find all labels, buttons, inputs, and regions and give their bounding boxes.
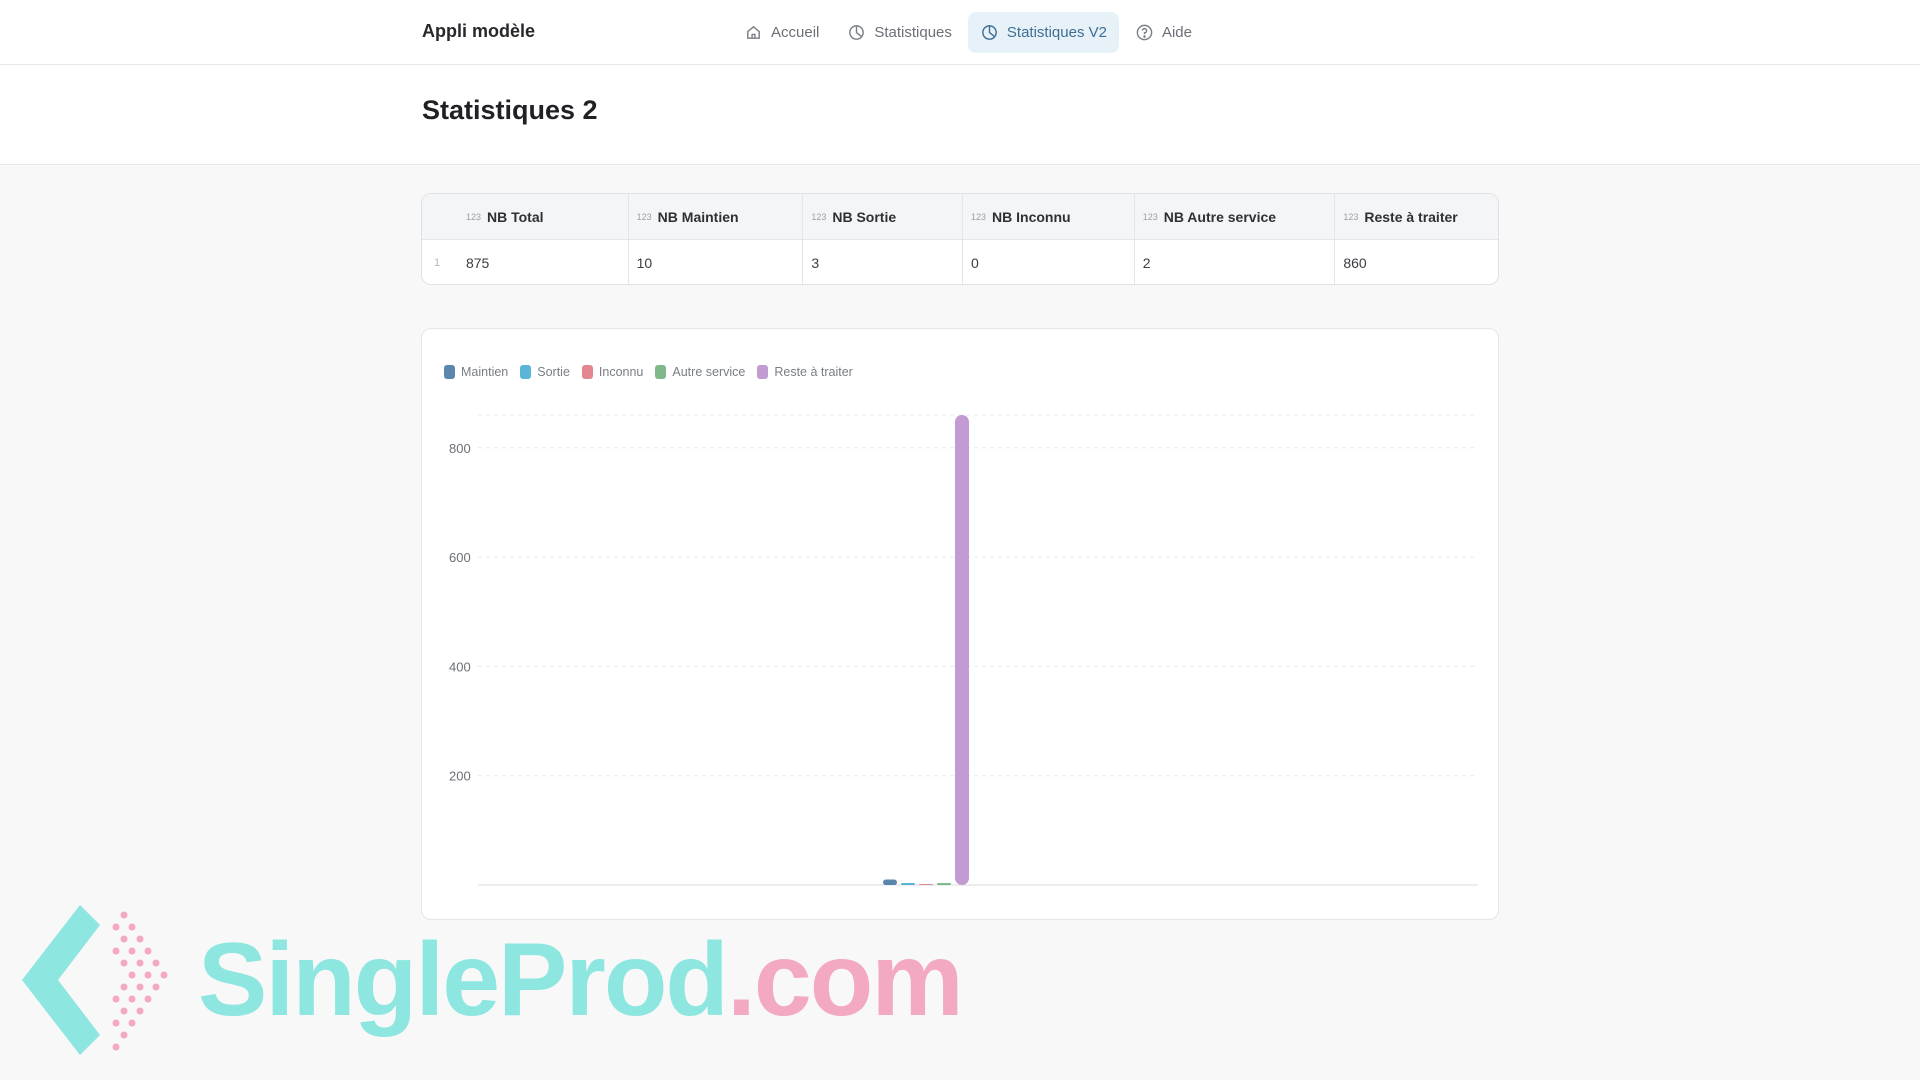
column-header[interactable]: 123 NB Total	[458, 194, 629, 239]
nav-item-statistiques-v2[interactable]: Statistiques V2	[967, 12, 1119, 53]
home-icon	[747, 25, 760, 39]
table-cell[interactable]: 3	[803, 240, 964, 284]
table-cell[interactable]: 0	[963, 240, 1135, 284]
y-tick-label: 600	[449, 550, 471, 565]
number-type-icon: 123	[465, 211, 481, 222]
bar-reste-traiter[interactable]	[955, 415, 969, 885]
page-header: Statistiques 2	[0, 65, 1920, 165]
watermark-brand: SingleProd	[198, 922, 729, 1038]
watermark-text: SingleProd.com	[198, 905, 964, 1055]
bar-sortie[interactable]	[901, 883, 915, 885]
column-header-label: NB Inconnu	[992, 208, 1071, 225]
nav-item-label: Aide	[1161, 24, 1192, 41]
table-cell[interactable]: 2	[1135, 240, 1336, 284]
y-tick-label: 400	[449, 659, 471, 674]
table-cell[interactable]: 10	[629, 240, 804, 284]
column-header[interactable]: 123 NB Autre service	[1135, 194, 1336, 239]
main-nav: Accueil Statistiques Statistiques V2 Aid…	[732, 12, 1204, 53]
column-header-label: Reste à traiter	[1364, 208, 1458, 225]
nav-item-label: Statistiques V2	[1006, 24, 1107, 41]
number-type-icon: 123	[1343, 211, 1359, 222]
singleprod-logo-icon	[22, 905, 168, 1055]
page-title: Statistiques 2	[422, 95, 598, 125]
bar-chart-card: Maintien Sortie Inconnu Autre service Re…	[421, 328, 1499, 920]
column-header-label: NB Maintien	[657, 208, 739, 225]
table-header-row: 123 NB Total 123 NB Maintien 123 NB Sortie …	[422, 194, 1498, 240]
bar-chart-plot: 800 600 400 200	[449, 414, 1478, 886]
number-type-icon: 123	[811, 211, 827, 222]
column-header[interactable]: 123 NB Inconnu	[963, 194, 1135, 239]
nav-item-accueil[interactable]: Accueil	[732, 12, 831, 53]
bar-inconnu[interactable]	[919, 884, 933, 885]
nav-item-label: Accueil	[771, 24, 820, 41]
number-type-icon: 123	[636, 211, 652, 222]
stats-table: 123 NB Total 123 NB Maintien 123 NB Sortie …	[421, 193, 1499, 285]
column-header[interactable]: 123 Reste à traiter	[1335, 194, 1498, 239]
app-title[interactable]: Appli modèle	[422, 21, 535, 42]
row-number-header	[422, 194, 458, 239]
nav-item-statistiques[interactable]: Statistiques	[835, 12, 964, 53]
bar-maintien[interactable]	[883, 879, 897, 885]
y-tick-label: 200	[449, 769, 471, 784]
y-tick-label: 800	[449, 441, 471, 456]
number-type-icon: 123	[971, 211, 987, 222]
pie-chart-icon	[982, 25, 997, 40]
number-type-icon: 123	[1142, 211, 1158, 222]
row-number: 1	[434, 257, 441, 269]
top-navigation-bar: Appli modèle Accueil Statistiques Statis…	[0, 0, 1920, 65]
bar-autre-service[interactable]	[937, 883, 951, 885]
nav-item-aide[interactable]: Aide	[1123, 12, 1204, 53]
column-header[interactable]: 123 NB Maintien	[629, 194, 804, 239]
nav-item-label: Statistiques	[874, 24, 952, 41]
watermark-suffix: .com	[726, 922, 964, 1038]
column-header-label: NB Total	[486, 208, 544, 225]
pie-chart-icon	[849, 25, 865, 40]
column-header-label: NB Autre service	[1163, 208, 1277, 225]
column-header[interactable]: 123 NB Sortie	[803, 194, 964, 239]
singleprod-watermark: SingleProd.com	[20, 905, 964, 1055]
table-row[interactable]: 1 875 10 3 0 2 860	[422, 240, 1498, 284]
table-cell[interactable]: 875	[458, 240, 629, 284]
column-header-label: NB Sortie	[832, 208, 897, 225]
help-circle-icon	[1136, 24, 1153, 41]
table-cell[interactable]: 860	[1335, 240, 1498, 284]
